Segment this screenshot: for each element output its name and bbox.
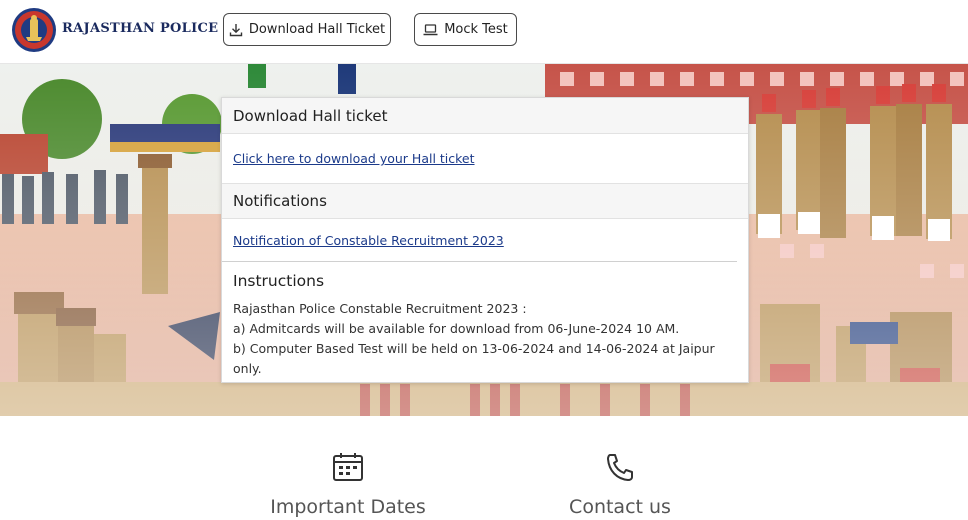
brand-title: RAJASTHAN POLICE xyxy=(62,21,219,36)
laptop-icon xyxy=(423,23,438,35)
mock-test-button[interactable]: Mock Test xyxy=(414,13,517,46)
download-hall-ticket-label: Download Hall Ticket xyxy=(248,22,386,37)
calendar-icon xyxy=(333,453,363,481)
notifications-heading: Notifications xyxy=(222,183,748,219)
hall-ticket-section: Click here to download your Hall ticket xyxy=(222,134,748,183)
constable-recruitment-notification-link[interactable]: Notification of Constable Recruitment 20… xyxy=(233,233,504,248)
contact-us-label: Contact us xyxy=(569,496,671,518)
instruction-line: Rajasthan Police Constable Recruitment 2… xyxy=(233,301,527,316)
download-icon xyxy=(229,23,243,36)
rajasthan-police-logo[interactable] xyxy=(10,7,58,53)
instruction-line: b) Computer Based Test will be held on 1… xyxy=(233,341,715,376)
phone-icon xyxy=(607,454,633,481)
notifications-section: Notification of Constable Recruitment 20… xyxy=(222,219,737,262)
contact-us-feature[interactable]: Contact us xyxy=(540,452,700,518)
instructions-heading: Instructions xyxy=(233,272,325,290)
download-hall-ticket-link[interactable]: Click here to download your Hall ticket xyxy=(233,151,475,166)
hall-ticket-heading: Download Hall ticket xyxy=(222,98,748,134)
info-card: Download Hall ticket Click here to downl… xyxy=(221,97,749,383)
instruction-line: a) Admitcards will be available for down… xyxy=(233,321,680,336)
instructions-section: Instructions Rajasthan Police Constable … xyxy=(222,262,748,379)
important-dates-label: Important Dates xyxy=(270,496,426,518)
download-hall-ticket-button[interactable]: Download Hall Ticket xyxy=(223,13,391,46)
mock-test-label: Mock Test xyxy=(444,22,508,37)
important-dates-feature[interactable]: Important Dates xyxy=(258,452,438,518)
top-header: RAJASTHAN POLICE Download Hall Ticket Mo… xyxy=(0,0,968,64)
